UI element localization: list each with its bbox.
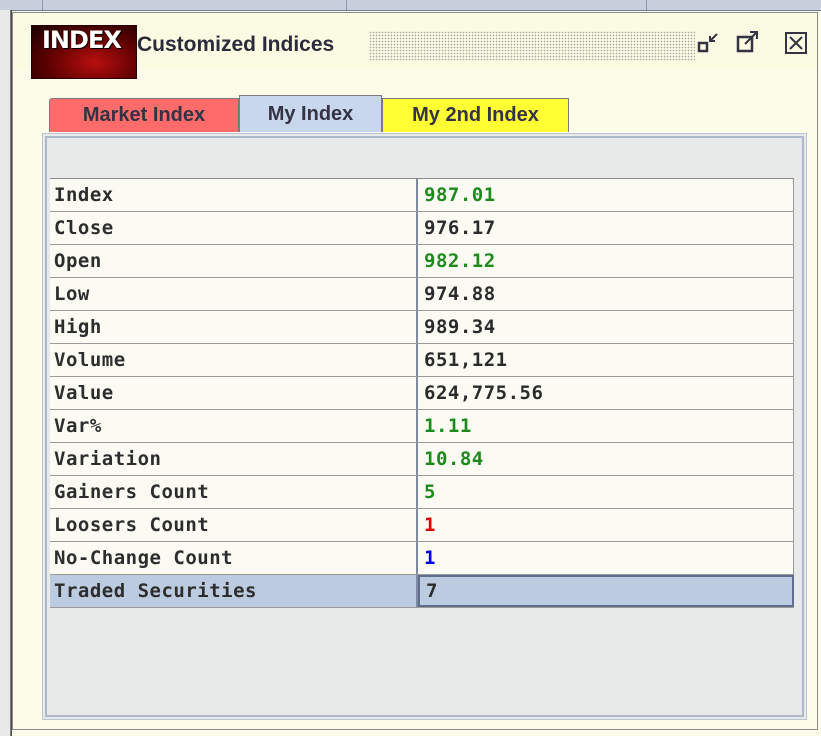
tab-content-panel: Index 987.01 Close 976.17 Open 982.12 Low 974.8… bbox=[42, 133, 807, 720]
window-title-bar[interactable]: INDEX Customized Indices bbox=[13, 13, 817, 79]
table-row[interactable]: No-Change Count 1 bbox=[50, 542, 794, 575]
row-label: Loosers Count bbox=[50, 509, 418, 541]
index-table: Index 987.01 Close 976.17 Open 982.12 Low 974.8… bbox=[50, 178, 794, 608]
row-value: 7 bbox=[418, 575, 794, 607]
row-value: 1.11 bbox=[418, 410, 794, 442]
row-value: 5 bbox=[418, 476, 794, 508]
table-row[interactable]: Index 987.01 bbox=[50, 179, 794, 212]
row-value: 976.17 bbox=[418, 212, 794, 244]
row-value: 974.88 bbox=[418, 278, 794, 310]
row-label: Volume bbox=[50, 344, 418, 376]
tab-market-index[interactable]: Market Index bbox=[49, 98, 239, 132]
row-value: 982.12 bbox=[418, 245, 794, 277]
row-label: Variation bbox=[50, 443, 418, 475]
title-bar-grip bbox=[369, 31, 695, 61]
maximize-icon bbox=[736, 31, 758, 53]
row-value: 10.84 bbox=[418, 443, 794, 475]
row-value: 1 bbox=[418, 509, 794, 541]
window-title: Customized Indices bbox=[137, 33, 335, 56]
row-label: Open bbox=[50, 245, 418, 277]
desktop-top-strip bbox=[0, 0, 821, 11]
index-logo-icon: INDEX bbox=[31, 25, 137, 79]
row-label: Gainers Count bbox=[50, 476, 418, 508]
index-tabs: Market Index My Index My 2nd Index bbox=[49, 95, 609, 134]
row-value: 624,775.56 bbox=[418, 377, 794, 409]
tab-my-2nd-index[interactable]: My 2nd Index bbox=[382, 98, 569, 132]
restore-button[interactable] bbox=[696, 29, 722, 57]
table-row[interactable]: Traded Securities 7 bbox=[50, 575, 794, 608]
table-row[interactable]: High 989.34 bbox=[50, 311, 794, 344]
table-row[interactable]: Var% 1.11 bbox=[50, 410, 794, 443]
table-row[interactable]: Low 974.88 bbox=[50, 278, 794, 311]
row-value: 651,121 bbox=[418, 344, 794, 376]
row-value: 987.01 bbox=[418, 179, 794, 211]
row-label: High bbox=[50, 311, 418, 343]
table-row[interactable]: Volume 651,121 bbox=[50, 344, 794, 377]
table-row[interactable]: Value 624,775.56 bbox=[50, 377, 794, 410]
table-row[interactable]: Gainers Count 5 bbox=[50, 476, 794, 509]
tab-label: My 2nd Index bbox=[412, 104, 539, 126]
table-scroll-pane: Index 987.01 Close 976.17 Open 982.12 Low 974.8… bbox=[45, 136, 804, 717]
row-label: Value bbox=[50, 377, 418, 409]
table-row[interactable]: Close 976.17 bbox=[50, 212, 794, 245]
tab-label: Market Index bbox=[82, 104, 206, 126]
row-value: 989.34 bbox=[418, 311, 794, 343]
table-row[interactable]: Variation 10.84 bbox=[50, 443, 794, 476]
row-label: Index bbox=[50, 179, 418, 211]
tab-label: My Index bbox=[267, 102, 354, 125]
tab-my-index[interactable]: My Index bbox=[239, 95, 382, 132]
table-row[interactable]: Open 982.12 bbox=[50, 245, 794, 278]
row-label: Var% bbox=[50, 410, 418, 442]
table-row[interactable]: Loosers Count 1 bbox=[50, 509, 794, 542]
row-value: 1 bbox=[418, 542, 794, 574]
internal-frame-window: INDEX Customized Indices Market Index My… bbox=[12, 12, 818, 730]
maximize-button[interactable] bbox=[735, 29, 761, 57]
restore-icon bbox=[697, 33, 718, 53]
desktop-left-edge bbox=[0, 10, 11, 736]
logo-text: INDEX bbox=[42, 26, 122, 54]
close-icon bbox=[785, 32, 807, 54]
row-label: Traded Securities bbox=[50, 575, 418, 607]
close-button[interactable] bbox=[783, 29, 809, 57]
row-label: Close bbox=[50, 212, 418, 244]
row-label: Low bbox=[50, 278, 418, 310]
row-label: No-Change Count bbox=[50, 542, 418, 574]
